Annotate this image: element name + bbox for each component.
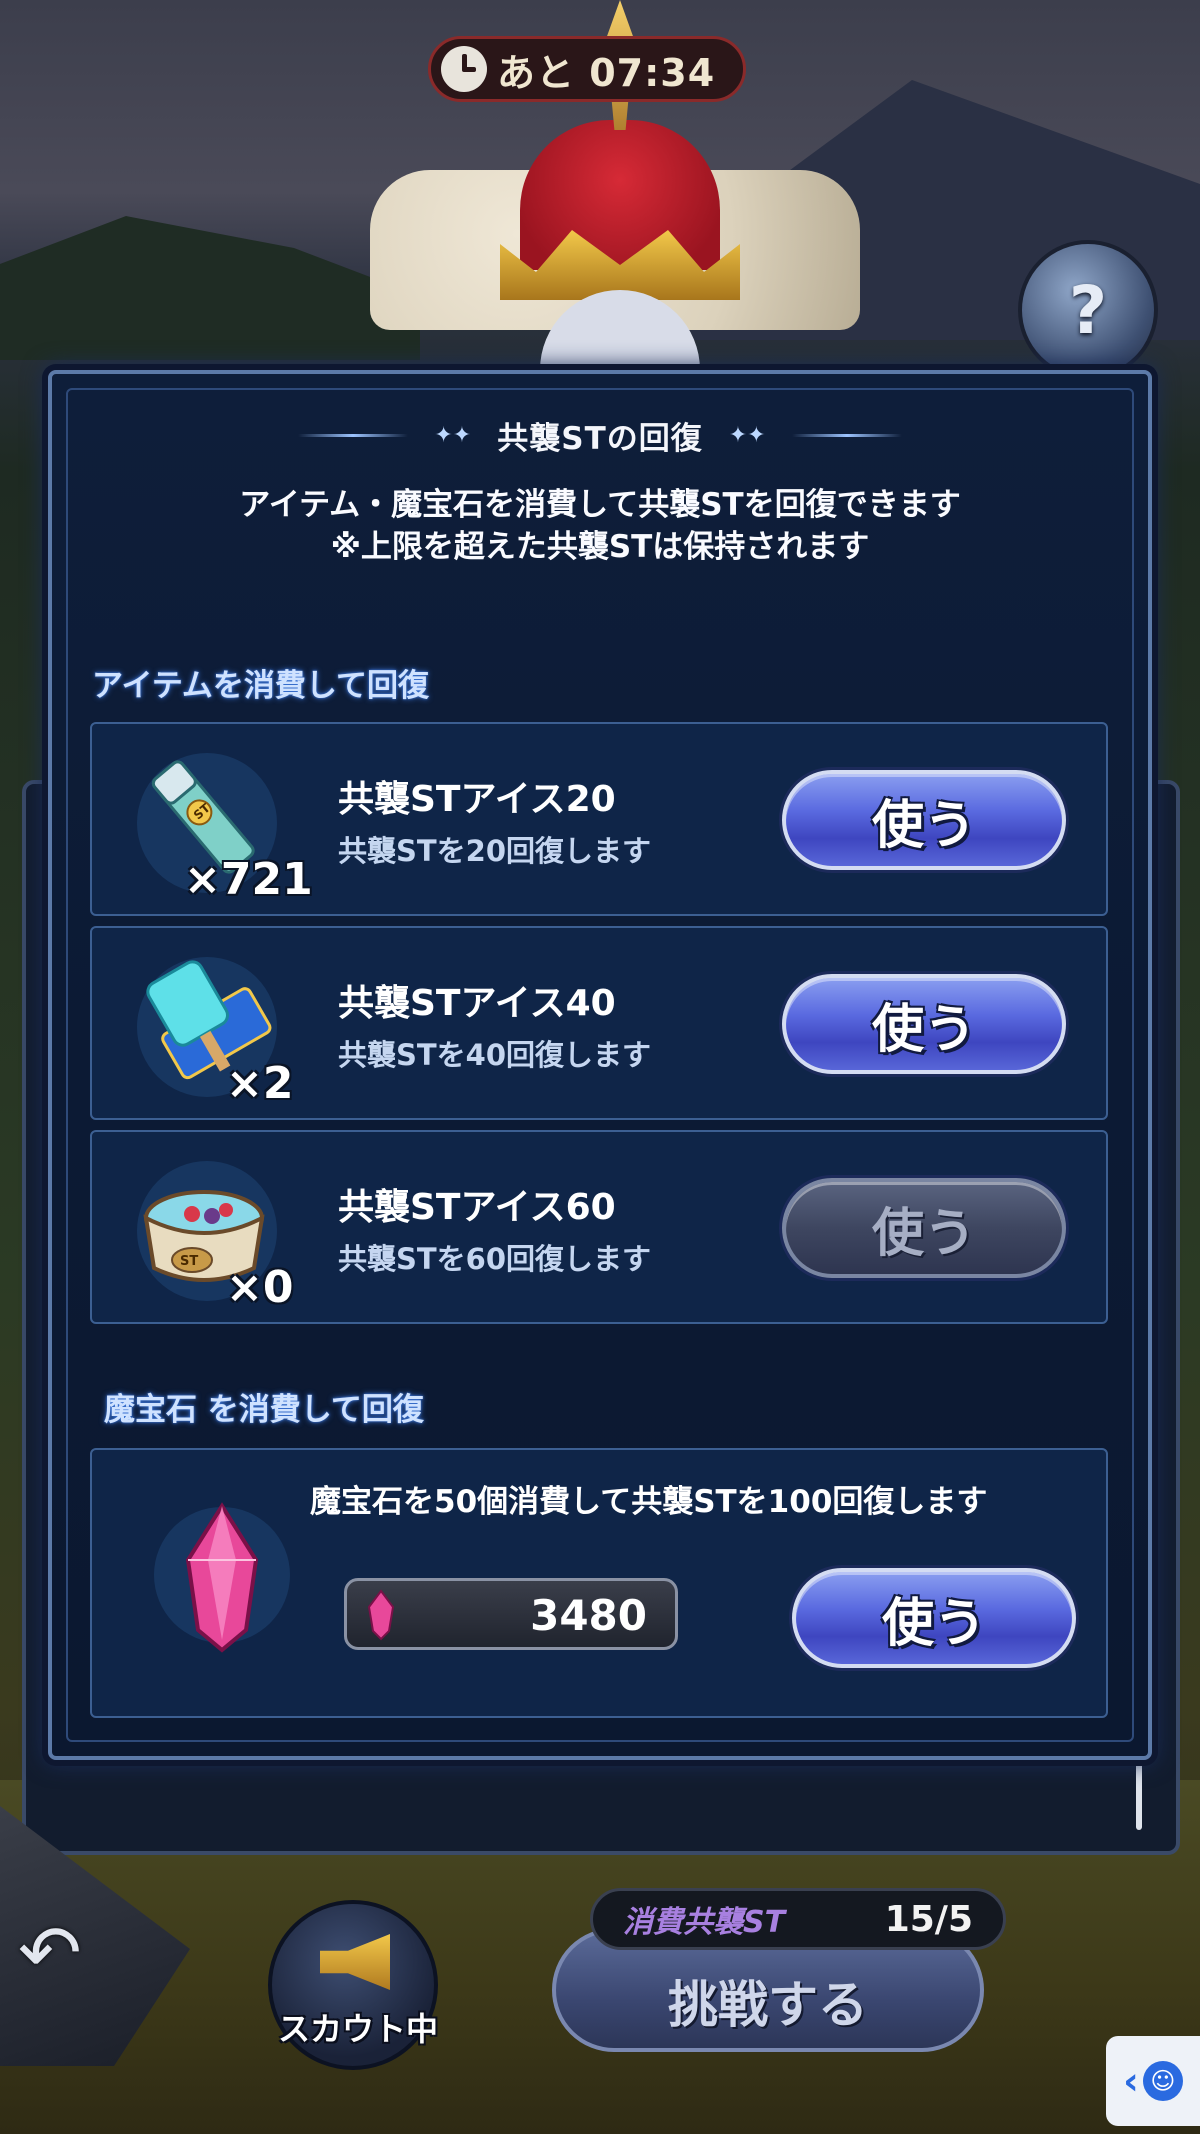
use-button-label: 使う [871, 795, 976, 856]
use-ice20-button[interactable]: 使う [782, 770, 1066, 870]
smiley-icon: ☺ [1142, 2061, 1183, 2101]
gem-balance-display: 3480 [344, 1578, 678, 1650]
gem-recovery-description: 魔宝石を50個消費して共襲STを100回復します [310, 1484, 988, 1520]
magic-gem-icon [154, 1502, 290, 1653]
header-divider-right [791, 433, 902, 437]
gem-section-label: 魔宝石 を消費して回復 [104, 1392, 424, 1428]
use-gem-button[interactable]: 使う [792, 1568, 1076, 1668]
dialog-description: アイテム・魔宝石を消費して共襲STを回復できます ※上限を超えた共襲STは保持さ… [52, 484, 1148, 568]
item-quantity: ×0 [226, 1262, 294, 1313]
item-name: 共襲STアイス40 [338, 983, 616, 1024]
header-divider-left [298, 433, 409, 437]
item-description: 共襲STを60回復します [338, 1242, 652, 1276]
sparkle-icon: ✦✦ [434, 422, 472, 448]
description-line-1: アイテム・魔宝石を消費して共襲STを回復できます [239, 487, 961, 523]
dialog-header: ✦✦ 共襲STの回復 ✦✦ [52, 410, 1148, 460]
st-recovery-dialog: ✦✦ 共襲STの回復 ✦✦ アイテム・魔宝石を消費して共襲STを回復できます ※… [48, 370, 1152, 1760]
item-section-label: アイテムを消費して回復 [92, 668, 429, 704]
back-arrow-icon: ↶ [18, 1908, 82, 1997]
question-icon: ? [1068, 271, 1108, 349]
remaining-time-text: あと 07:34 [497, 50, 716, 95]
item-row-ice20: ST ×721 共襲STアイス20 共襲STを20回復します 使う [90, 722, 1108, 916]
use-button-label: 使う [871, 999, 976, 1060]
gem-recovery-row: 魔宝石を50個消費して共襲STを100回復します 3480 使う [90, 1448, 1108, 1718]
item-row-ice60: ST ×0 共襲STアイス60 共襲STを60回復します 使う [90, 1130, 1108, 1324]
item-name: 共襲STアイス20 [338, 779, 616, 820]
sparkle-icon: ✦✦ [728, 422, 766, 448]
help-button[interactable]: ? [1018, 240, 1158, 380]
item-name: 共襲STアイス60 [338, 1187, 616, 1228]
use-ice40-button[interactable]: 使う [782, 974, 1066, 1074]
description-line-2: ※上限を超えた共襲STは保持されます [330, 529, 870, 565]
assistant-tab-button[interactable]: ‹ ☺ [1106, 2036, 1200, 2126]
st-cost-badge: 消費共襲ST 15/5 [590, 1888, 1006, 1950]
st-cost-label: 消費共襲ST [623, 1905, 786, 1940]
st-cost-value: 15/5 [884, 1898, 973, 1940]
use-ice60-button[interactable]: 使う [782, 1178, 1066, 1278]
scout-label: スカウト中 [277, 2010, 438, 2048]
item-row-ice40: ×2 共襲STアイス40 共襲STを40回復します 使う [90, 926, 1108, 1120]
scrollbar-thumb[interactable] [1136, 1760, 1142, 1830]
chevron-left-icon: ‹ [1123, 2059, 1139, 2103]
gem-balance-value: 3480 [530, 1591, 647, 1640]
item-quantity: ×2 [226, 1058, 294, 1109]
use-button-label: 使う [871, 1203, 976, 1264]
gem-small-icon [367, 1589, 395, 1641]
challenge-button-label: 挑戦する [668, 1976, 868, 2034]
svg-text:ST: ST [180, 1254, 198, 1269]
item-quantity: ×721 [184, 854, 313, 905]
dialog-title: 共襲STの回復 [497, 420, 703, 457]
crown-velvet [520, 120, 720, 270]
use-button-label: 使う [881, 1593, 986, 1654]
item-description: 共襲STを40回復します [338, 1038, 652, 1072]
item-description: 共襲STを20回復します [338, 834, 652, 868]
clock-icon [441, 46, 487, 92]
remaining-time-badge: あと 07:34 [428, 36, 746, 102]
megaphone-icon [320, 1934, 390, 1990]
